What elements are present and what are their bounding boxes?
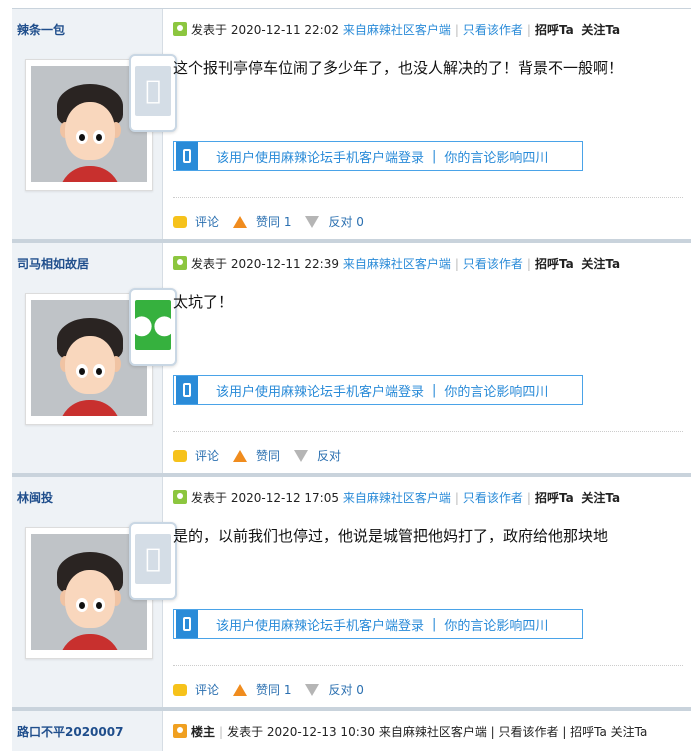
author-panel: 林闽投 : [12, 477, 177, 707]
post-actions: 评论 赞同 1 反对 0: [173, 681, 378, 698]
dislike-label: 反对 0: [328, 683, 364, 697]
online-icon: [173, 256, 187, 270]
post-meta: 发表于 2020-12-12 17:05 来自麻辣社区客户端 | 只看该作者 | 招呼T…: [163, 477, 691, 507]
app-banner-text: 该用户使用麻辣论坛手机客户端登录: [216, 150, 425, 166]
post-time: 2020-12-11 22:02: [230, 23, 339, 37]
follow-link[interactable]: 关注Ta: [581, 491, 620, 505]
floor-icon: [173, 724, 187, 738]
dislike-label: 反对 0: [328, 215, 364, 229]
thumb-up-icon: [233, 449, 248, 462]
phone-icon: [176, 610, 198, 638]
author-name[interactable]: 司马相如故居: [12, 243, 162, 273]
comment-button[interactable]: 评论: [173, 681, 219, 698]
comment-icon: [173, 215, 187, 228]
comment-button[interactable]: 评论: [173, 447, 219, 464]
post-source[interactable]: 来自麻辣社区客户端: [343, 491, 451, 505]
app-banner-text2: 你的言论影响四川: [444, 384, 549, 400]
post: 司马相如故居 ●● 发表于 2020-12-11 22:39 来自麻辣社区客户端…: [12, 242, 691, 476]
greet-link[interactable]: 招呼Ta: [535, 23, 574, 37]
post-meta: 发表于 2020-12-11 22:02 来自麻辣社区客户端 | 只看该作者 | 招呼T…: [163, 9, 691, 39]
dislike-button[interactable]: 反对 0: [305, 681, 364, 698]
post-meta: 楼主 | 发表于 2020-12-13 10:30 来自麻辣社区客户端 | 只看该作…: [163, 711, 691, 741]
like-label: 赞同 1: [256, 683, 292, 697]
meta-prefix: 发表于: [191, 23, 228, 37]
greet-link[interactable]: 招呼Ta: [535, 491, 574, 505]
post-time: 2020-12-11 22:39: [230, 257, 339, 271]
comment-icon: [173, 683, 187, 696]
meta-prefix: 发表于: [191, 257, 228, 271]
dislike-button[interactable]: 反对 0: [305, 213, 364, 230]
post-actions: 评论 赞同 反对: [173, 447, 355, 464]
online-icon: [173, 490, 187, 504]
app-banner-divider: |: [432, 616, 437, 632]
post-body: 发表于 2020-12-11 22:02 来自麻辣社区客户端 | 只看该作者 | 招呼T…: [163, 9, 691, 239]
post-body: 发表于 2020-12-11 22:39 来自麻辣社区客户端 | 只看该作者 | 招呼T…: [163, 243, 691, 473]
only-author-link[interactable]: 只看该作者: [463, 491, 523, 505]
only-author-link[interactable]: 只看该作者: [463, 257, 523, 271]
app-banner[interactable]: 该用户使用麻辣论坛手机客户端登录 | 你的言论影响四川: [173, 141, 583, 171]
author-panel: 辣条一包 : [12, 9, 177, 239]
avatar[interactable]: : [25, 54, 177, 191]
phone-icon: [176, 142, 198, 170]
thumb-down-icon: [305, 215, 320, 228]
post: 路口不平2020007 楼主 | 发表于 2020-12-13 10:30 来自麻辣…: [12, 710, 691, 751]
comment-button[interactable]: 评论: [173, 213, 219, 230]
post-meta: 发表于 2020-12-11 22:39 来自麻辣社区客户端 | 只看该作者 | 招呼T…: [163, 243, 691, 273]
app-banner-text2: 你的言论影响四川: [444, 618, 549, 634]
post: 林闽投  发表于 2020-12-12 17:05 来自麻辣社区客户端|只看该…: [12, 476, 691, 710]
app-banner[interactable]: 该用户使用麻辣论坛手机客户端登录 | 你的言论影响四川: [173, 609, 583, 639]
thumb-down-icon: [294, 449, 309, 462]
like-label: 赞同: [256, 449, 281, 463]
thumb-down-icon: [305, 683, 320, 696]
author-name[interactable]: 辣条一包: [12, 9, 162, 39]
app-banner-divider: |: [432, 148, 437, 164]
greet-link[interactable]: 招呼Ta: [535, 257, 574, 271]
thread: 辣条一包  发表于 2020-12-11 22:02 来自麻辣社区客户端|只看…: [12, 8, 691, 751]
app-banner-text2: 你的言论影响四川: [444, 150, 549, 166]
follow-link[interactable]: 关注Ta: [581, 23, 620, 37]
like-button[interactable]: 赞同 1: [233, 681, 291, 698]
app-banner[interactable]: 该用户使用麻辣论坛手机客户端登录 | 你的言论影响四川: [173, 375, 583, 405]
like-label: 赞同 1: [256, 215, 292, 229]
post-source[interactable]: 来自麻辣社区客户端: [343, 257, 451, 271]
dislike-label: 反对: [317, 449, 342, 463]
app-banner-divider: |: [432, 382, 437, 398]
thumb-up-icon: [233, 215, 248, 228]
comment-label: 评论: [195, 683, 220, 697]
dislike-button[interactable]: 反对: [294, 447, 341, 464]
thumb-up-icon: [233, 683, 248, 696]
post-time: 2020-12-12 17:05: [230, 491, 339, 505]
author-panel: 路口不平2020007: [12, 711, 163, 751]
post-content: 这个报刊亭停车位闹了多少年了，也没人解决的了！背景不一般啊！: [173, 59, 624, 77]
post-body: 楼主 | 发表于 2020-12-13 10:30 来自麻辣社区客户端 | 只看该作…: [163, 711, 691, 751]
comment-label: 评论: [195, 215, 220, 229]
post: 辣条一包  发表于 2020-12-11 22:02 来自麻辣社区客户端|只看…: [12, 8, 691, 242]
post-content: 太坑了！: [173, 293, 234, 311]
post-content: 是的，以前我们也停过，他说是城管把他妈打了，政府给他那块地: [173, 527, 609, 545]
like-button[interactable]: 赞同: [233, 447, 280, 464]
post-meta-text: 发表于 2020-12-13 10:30 来自麻辣社区客户端 | 只看该作者 |…: [227, 725, 648, 739]
post-body: 发表于 2020-12-12 17:05 来自麻辣社区客户端 | 只看该作者 | 招呼T…: [163, 477, 691, 707]
phone-icon: [176, 376, 198, 404]
author-name[interactable]: 林闽投: [12, 477, 162, 507]
online-icon: [173, 22, 187, 36]
comment-label: 评论: [195, 449, 220, 463]
app-banner-text: 该用户使用麻辣论坛手机客户端登录: [216, 618, 425, 634]
author-name[interactable]: 路口不平2020007: [12, 711, 162, 741]
only-author-link[interactable]: 只看该作者: [463, 23, 523, 37]
avatar[interactable]: : [25, 522, 177, 659]
floor-label: 楼主: [191, 725, 216, 739]
meta-prefix: 发表于: [191, 491, 228, 505]
app-banner-text: 该用户使用麻辣论坛手机客户端登录: [216, 384, 425, 400]
post-source[interactable]: 来自麻辣社区客户端: [343, 23, 451, 37]
post-actions: 评论 赞同 1 反对 0: [173, 213, 378, 230]
avatar[interactable]: ●●: [25, 288, 177, 425]
author-panel: 司马相如故居 ●●: [12, 243, 177, 473]
like-button[interactable]: 赞同 1: [233, 213, 291, 230]
follow-link[interactable]: 关注Ta: [581, 257, 620, 271]
comment-icon: [173, 449, 187, 462]
